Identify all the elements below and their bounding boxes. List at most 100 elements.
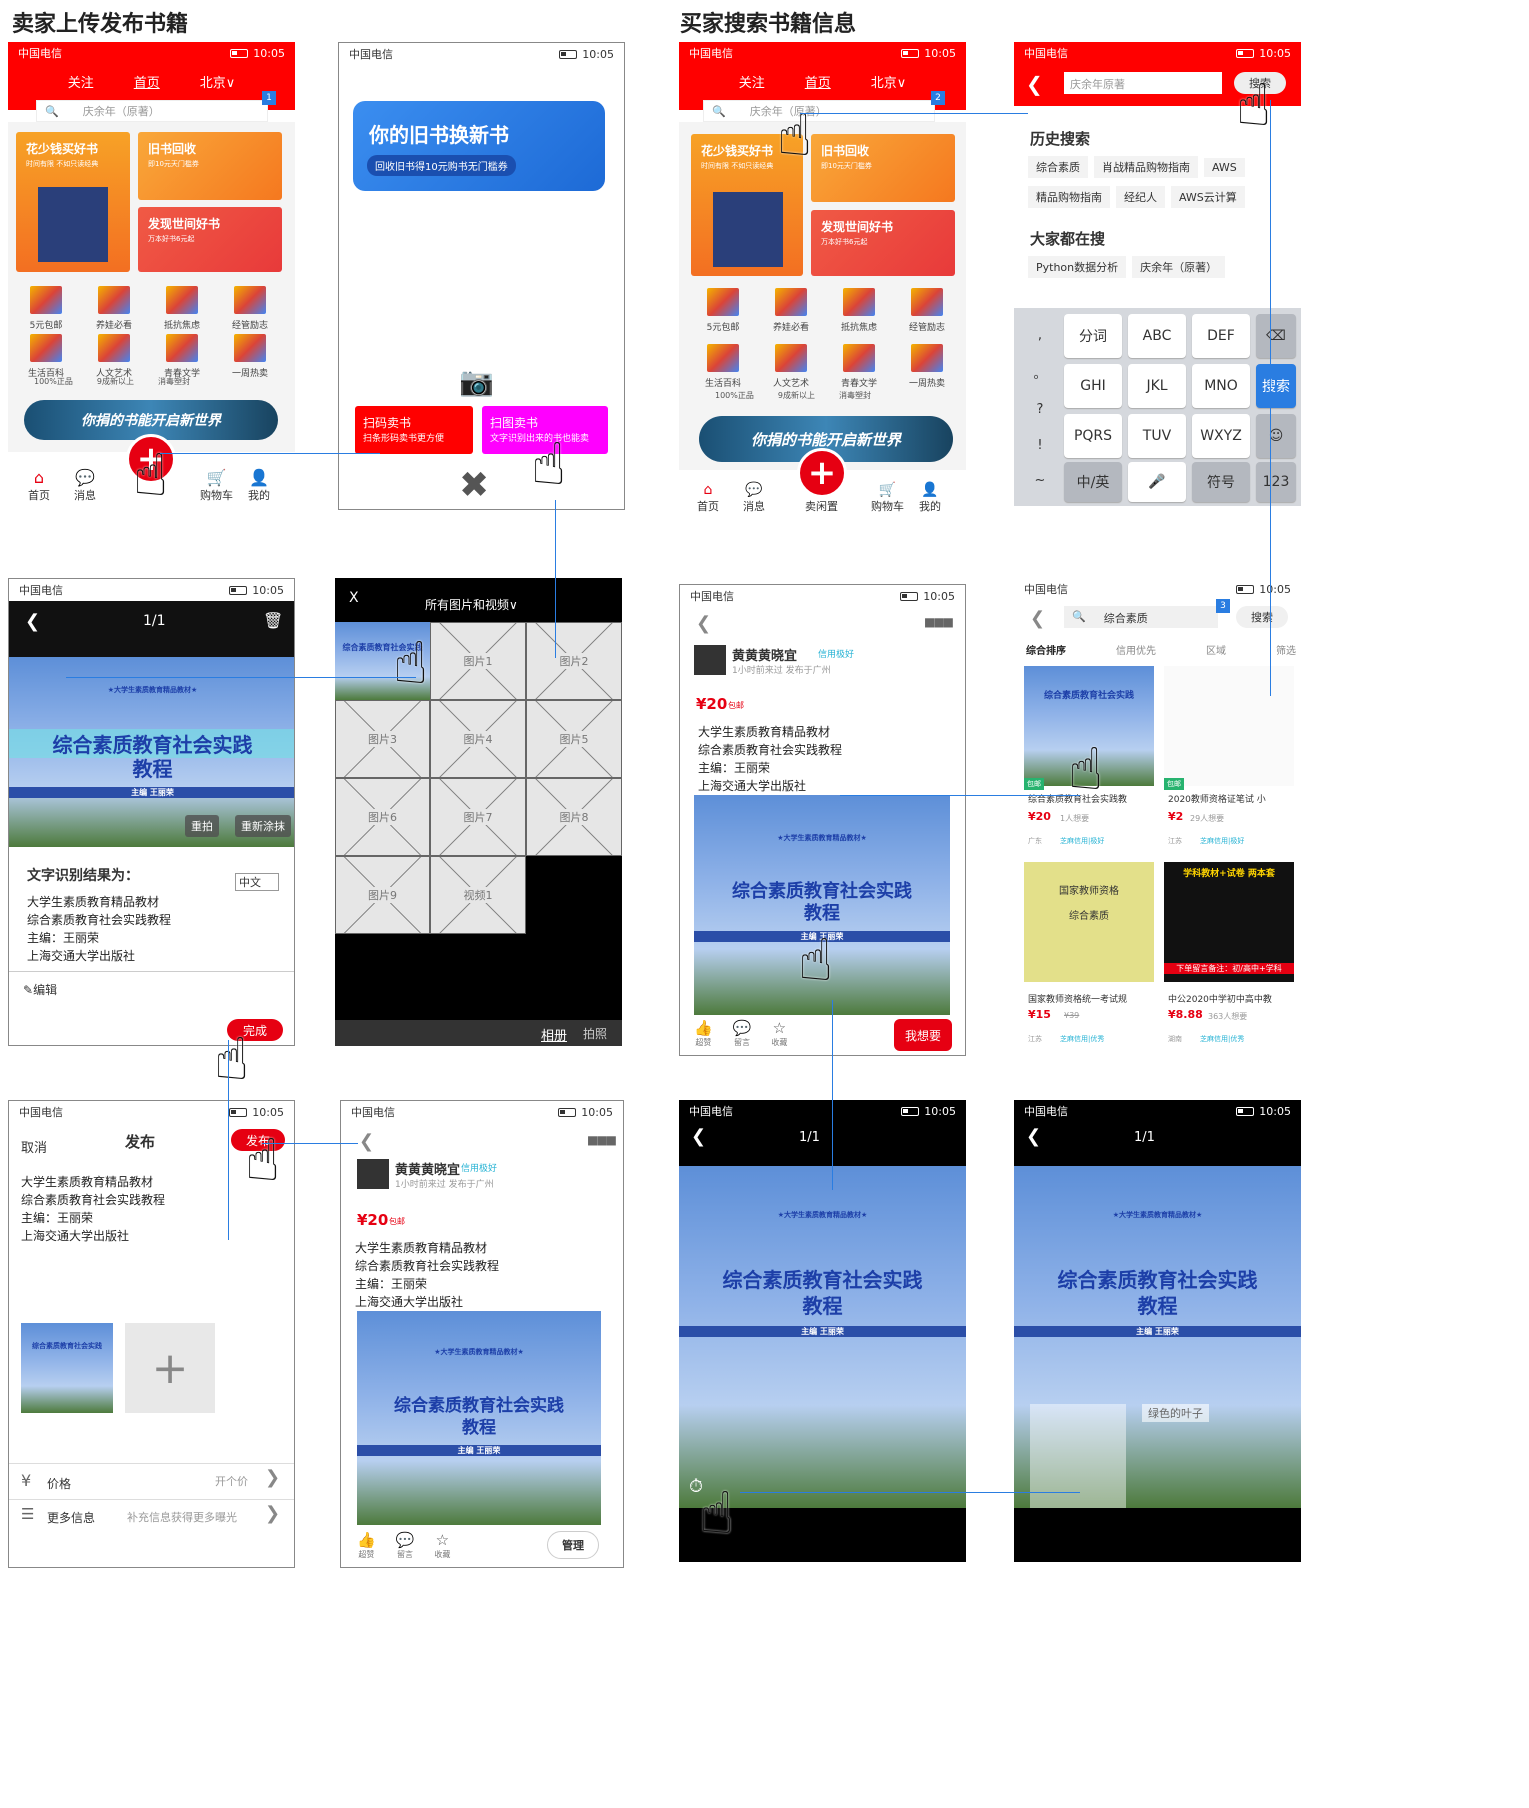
sort-filter[interactable]: 综合排序 xyxy=(1026,642,1066,657)
gallery-thumb[interactable]: 图片4 xyxy=(430,700,526,778)
gallery-thumb[interactable]: 图片2 xyxy=(526,622,622,700)
price-input[interactable]: 开个价 xyxy=(215,1473,248,1489)
cancel-button[interactable]: 取消 xyxy=(21,1137,47,1156)
tab-home[interactable]: 首页 xyxy=(805,72,831,91)
city-select[interactable]: 北京∨ xyxy=(871,72,907,91)
key[interactable]: MNO xyxy=(1192,364,1250,408)
full-photo[interactable]: ★大学生素质教育精品教材★ 综合素质教育社会实践 教程 主编 王丽荣 xyxy=(679,1166,966,1508)
ocr-text[interactable]: 大学生素质教育精品教材 综合素质教育社会实践教程 主编：王丽荣 上海交通大学出版… xyxy=(27,893,171,965)
sell-plus-button[interactable]: + xyxy=(797,448,847,498)
backspace-icon[interactable]: ⌫ xyxy=(1256,314,1296,358)
tab-bar-sell[interactable]: 卖闲置 xyxy=(805,498,838,514)
hot-chip[interactable]: Python数据分析 xyxy=(1028,256,1127,278)
manage-button[interactable]: 管理 xyxy=(547,1531,599,1559)
key[interactable]: WXYZ xyxy=(1192,414,1250,458)
avatar[interactable] xyxy=(357,1159,389,1189)
want-button[interactable]: 我想要 xyxy=(894,1019,952,1051)
category-item[interactable]: 一周热卖 xyxy=(226,334,274,379)
key[interactable]: PQRS xyxy=(1064,414,1122,458)
category-item[interactable]: 5元包邮 xyxy=(699,288,747,333)
history-chip[interactable]: 肖战精品购物指南 xyxy=(1094,156,1198,178)
result-title[interactable]: 中公2020中学初中高中教 xyxy=(1168,992,1294,1005)
search-input[interactable]: 🔍 庆余年（原著） xyxy=(36,100,268,122)
gallery-thumb[interactable]: 图片1 xyxy=(430,622,526,700)
search-button[interactable]: 搜索 xyxy=(1236,606,1288,628)
category-item[interactable]: 经管励志 xyxy=(903,288,951,333)
back-icon[interactable]: ❮ xyxy=(691,1126,706,1147)
category-item[interactable]: 一周热卖 xyxy=(903,344,951,389)
tab-follow[interactable]: 关注 xyxy=(68,72,94,91)
category-item[interactable]: 青春文学 xyxy=(158,334,206,379)
history-chip[interactable]: AWS xyxy=(1204,158,1245,177)
tab-bar-mine[interactable]: 👤 我的 xyxy=(248,468,270,503)
tab-bar-home[interactable]: ⌂ 首页 xyxy=(697,482,719,514)
tab-bar-home[interactable]: ⌂ 首页 xyxy=(28,468,50,503)
back-icon[interactable]: ❮ xyxy=(696,613,711,634)
punctuation-column[interactable]: ,。?! ~ xyxy=(1022,318,1058,498)
search-input[interactable]: 庆余年原著 xyxy=(1064,72,1222,94)
hot-chip[interactable]: 庆余年（原著） xyxy=(1132,256,1226,278)
keyboard-search-key[interactable]: 搜索 xyxy=(1256,364,1296,408)
region-filter[interactable]: 区域 xyxy=(1206,642,1226,657)
credit-filter[interactable]: 信用优先 xyxy=(1116,642,1156,657)
category-item[interactable]: 抵抗焦虑 xyxy=(835,288,883,333)
tab-bar-messages[interactable]: 💬 消息 xyxy=(74,468,96,503)
seller-name[interactable]: 黄黄黄晓宜 xyxy=(732,645,797,664)
category-item[interactable]: 青春文学 xyxy=(835,344,883,389)
like-button[interactable]: 👍 超赞 xyxy=(357,1531,376,1560)
space-key[interactable]: 🎤 xyxy=(1128,462,1186,502)
result-title[interactable]: 2020教师资格证笔试 小 xyxy=(1168,792,1294,805)
gallery-thumb[interactable]: 图片6 xyxy=(335,778,430,856)
category-item[interactable]: 养娃必看 xyxy=(767,288,815,333)
more-icon[interactable]: ■■■ xyxy=(587,1133,617,1147)
promo-card-discover[interactable]: 发现世间好书 万本好书6元起 xyxy=(138,207,282,272)
like-button[interactable]: 👍 超赞 xyxy=(694,1019,713,1048)
key[interactable]: DEF xyxy=(1192,314,1250,358)
more-icon[interactable]: ■■■ xyxy=(924,615,954,629)
key[interactable]: GHI xyxy=(1064,364,1122,408)
key[interactable]: TUV xyxy=(1128,414,1186,458)
category-item[interactable]: 养娃必看 xyxy=(90,286,138,331)
city-select[interactable]: 北京∨ xyxy=(200,72,236,91)
chevron-right-icon[interactable]: ❯ xyxy=(265,1503,280,1524)
gallery-thumb[interactable]: 图片9 xyxy=(335,856,430,934)
item-photo[interactable]: ★大学生素质教育精品教材★ 综合素质教育社会实践 教程 主编 王丽荣 xyxy=(357,1311,601,1525)
publish-description[interactable]: 大学生素质教育精品教材 综合素质教育社会实践教程 主编：王丽荣 上海交通大学出版… xyxy=(21,1173,165,1245)
language-select[interactable]: 中文 xyxy=(235,873,279,891)
tab-bar-cart[interactable]: 🛒 购物车 xyxy=(871,482,904,514)
category-item[interactable]: 人文艺术 xyxy=(767,344,815,389)
category-item[interactable]: 抵抗焦虑 xyxy=(158,286,206,331)
search-input[interactable]: 🔍 综合素质 xyxy=(1064,606,1218,628)
back-icon[interactable]: ❮ xyxy=(359,1131,374,1152)
result-image[interactable]: 国家教师资格 综合素质 xyxy=(1024,862,1154,982)
favorite-button[interactable]: ☆ 收藏 xyxy=(771,1019,787,1048)
category-item[interactable]: 生活百科 xyxy=(699,344,747,389)
back-icon[interactable]: ❮ xyxy=(1030,608,1045,629)
category-item[interactable]: 经管励志 xyxy=(226,286,274,331)
history-chip[interactable]: 综合素质 xyxy=(1028,156,1088,178)
add-photo-button[interactable]: + xyxy=(125,1323,215,1413)
category-item[interactable]: 人文艺术 xyxy=(90,334,138,379)
history-chip[interactable]: 精品购物指南 xyxy=(1028,186,1110,208)
favorite-button[interactable]: ☆ 收藏 xyxy=(434,1531,450,1560)
tab-home[interactable]: 首页 xyxy=(134,72,160,91)
result-title[interactable]: 国家教师资格统一考试规 xyxy=(1028,992,1154,1005)
gallery-thumb[interactable]: 图片3 xyxy=(335,700,430,778)
comment-button[interactable]: 💬 留言 xyxy=(733,1019,752,1048)
key[interactable]: JKL xyxy=(1128,364,1186,408)
promo-card-recycle[interactable]: 旧书回收 即10元天门槛券 xyxy=(811,134,955,202)
scan-barcode-option[interactable]: 扫码卖书 扫条形码卖书更方便 xyxy=(355,406,473,454)
edit-link[interactable]: ✎编辑 xyxy=(23,981,57,998)
comment-button[interactable]: 💬 留言 xyxy=(396,1531,415,1560)
gallery-close[interactable]: X xyxy=(349,590,359,606)
search-input[interactable]: 🔍 庆余年（原著） xyxy=(703,100,935,122)
close-icon[interactable]: ✖ xyxy=(459,465,489,506)
gallery-thumb[interactable]: 图片7 xyxy=(430,778,526,856)
emoji-icon[interactable]: ☺ xyxy=(1256,414,1296,458)
gallery-title[interactable]: 所有图片和视频∨ xyxy=(425,596,518,613)
promo-card-cheap[interactable]: 花少钱买好书 时间有限 不如只读经典 xyxy=(16,132,130,272)
back-icon[interactable]: ❮ xyxy=(25,611,40,632)
more-info-input[interactable]: 补充信息获得更多曝光 xyxy=(127,1509,237,1525)
history-chip[interactable]: AWS云计算 xyxy=(1171,186,1245,208)
key[interactable]: ABC xyxy=(1128,314,1186,358)
